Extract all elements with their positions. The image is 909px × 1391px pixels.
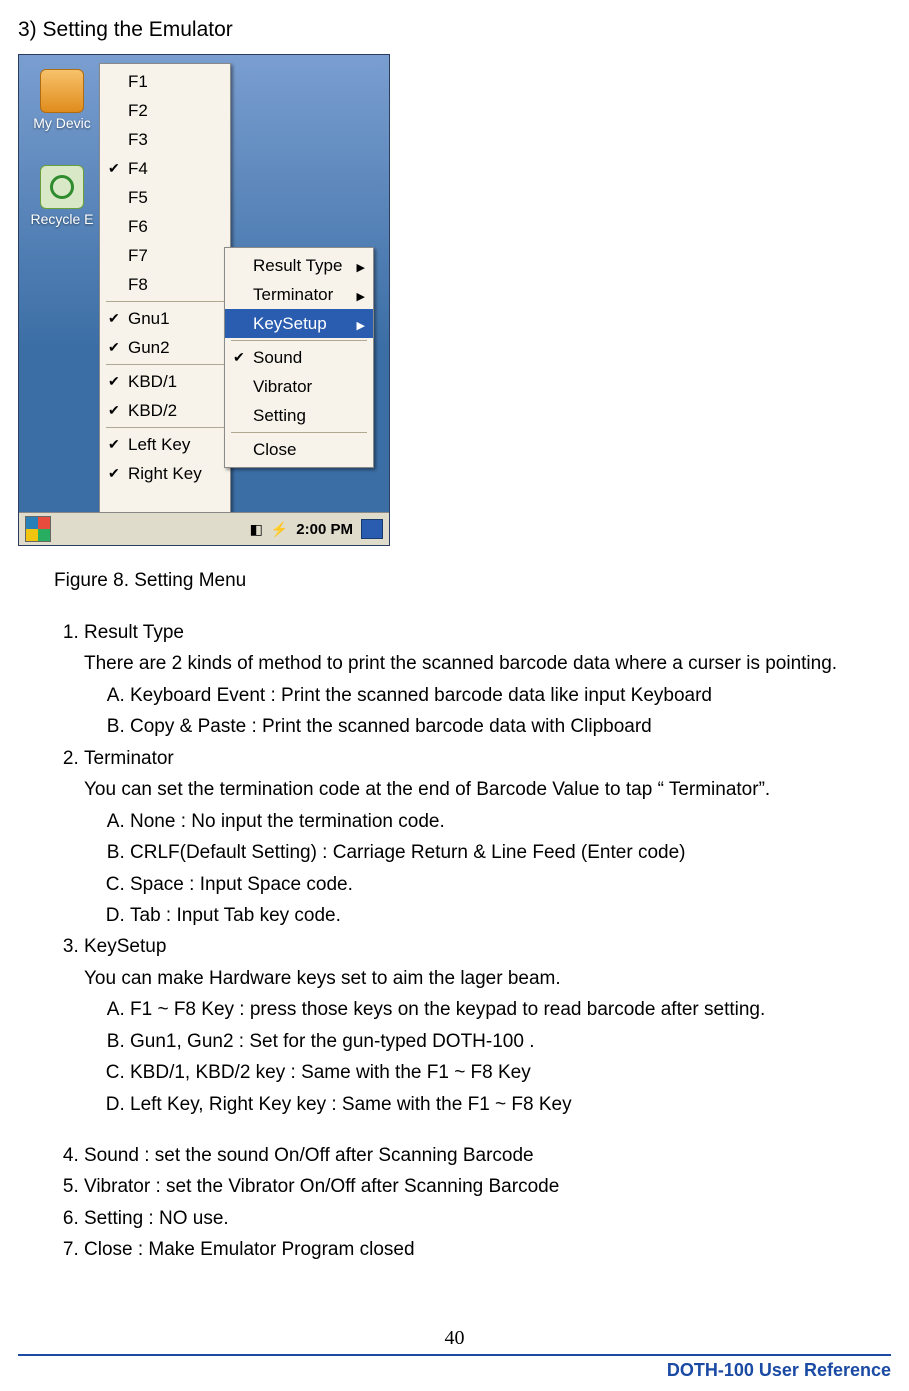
menu-separator <box>231 432 367 433</box>
menu-item-keysetup[interactable]: KeySetup ▶ <box>225 309 373 338</box>
menu-item-close[interactable]: Close <box>225 435 373 464</box>
menu-item-terminator[interactable]: Terminator ▶ <box>225 280 373 309</box>
recycle-icon <box>40 165 84 209</box>
list-item-title: Result Type <box>84 622 184 643</box>
menu-item-kbd2[interactable]: KBD/2 <box>100 396 230 425</box>
sublist-item: None : No input the termination code. <box>130 807 891 836</box>
sublist-item: Copy & Paste : Print the scanned barcode… <box>130 712 891 741</box>
menu-item-f2[interactable]: F2 <box>100 96 230 125</box>
section-heading: 3) Setting the Emulator <box>18 18 891 42</box>
list-item-desc: You can make Hardware keys set to aim th… <box>84 964 891 993</box>
list-item-desc: There are 2 kinds of method to print the… <box>84 649 891 678</box>
power-icon[interactable]: ⚡ <box>271 521 288 538</box>
keysetup-submenu: F1 F2 F3 F4 F5 F6 F7 F8 Gnu1 Gun2 KBD/1 … <box>99 63 231 535</box>
desktop-tray-icon[interactable] <box>361 519 383 539</box>
menu-separator <box>106 427 224 428</box>
menu-item-sound[interactable]: Sound <box>225 343 373 372</box>
list-item-sound: Sound : set the sound On/Off after Scann… <box>84 1141 891 1170</box>
figure-caption: Figure 8. Setting Menu <box>54 570 891 592</box>
list-item-keysetup: KeySetup You can make Hardware keys set … <box>84 932 891 1139</box>
footer-text: DOTH-100 User Reference <box>18 1360 891 1381</box>
list-item-result-type: Result Type There are 2 kinds of method … <box>84 618 891 742</box>
sublist-item: KBD/1, KBD/2 key : Same with the F1 ~ F8… <box>130 1058 891 1087</box>
menu-item-label: KeySetup <box>253 314 327 333</box>
list-item-title: KeySetup <box>84 936 166 957</box>
desktop-icon-label: My Devic <box>27 115 97 131</box>
submenu-arrow-icon: ▶ <box>357 315 365 338</box>
sublist-item: Tab : Input Tab key code. <box>130 901 891 930</box>
list-item-title: Terminator <box>84 748 174 769</box>
menu-item-gun2[interactable]: Gun2 <box>100 333 230 362</box>
menu-item-gnu1[interactable]: Gnu1 <box>100 304 230 333</box>
menu-separator <box>231 340 367 341</box>
desktop-icon-recycle-bin[interactable]: Recycle E <box>27 165 97 227</box>
emulator-screenshot: My Devic Recycle E F1 F2 F3 F4 F5 F6 F7 … <box>18 54 390 546</box>
sip-icon[interactable]: ◧ <box>250 521 263 538</box>
taskbar: ◧ ⚡ 2:00 PM <box>19 512 389 545</box>
settings-menu: Result Type ▶ Terminator ▶ KeySetup ▶ So… <box>224 247 374 468</box>
sublist-item: Left Key, Right Key key : Same with the … <box>130 1090 891 1119</box>
menu-item-result-type[interactable]: Result Type ▶ <box>225 251 373 280</box>
footer-rule <box>18 1354 891 1356</box>
list-item-terminator: Terminator You can set the termination c… <box>84 744 891 931</box>
menu-item-label: Result Type <box>253 256 342 275</box>
submenu-arrow-icon: ▶ <box>357 257 365 280</box>
sublist-item: Space : Input Space code. <box>130 870 891 899</box>
desktop-icon-label: Recycle E <box>27 211 97 227</box>
sublist-item: Gun1, Gun2 : Set for the gun-typed DOTH-… <box>130 1027 891 1056</box>
start-button-icon[interactable] <box>25 516 51 542</box>
settings-description-list: Result Type There are 2 kinds of method … <box>54 618 891 1265</box>
menu-item-f1[interactable]: F1 <box>100 67 230 96</box>
menu-item-label: Terminator <box>253 285 333 304</box>
menu-item-f4[interactable]: F4 <box>100 154 230 183</box>
sublist-item: CRLF(Default Setting) : Carriage Return … <box>130 838 891 867</box>
menu-item-left-key[interactable]: Left Key <box>100 430 230 459</box>
menu-separator <box>106 301 224 302</box>
sublist-item: Keyboard Event : Print the scanned barco… <box>130 681 891 710</box>
taskbar-clock[interactable]: 2:00 PM <box>296 521 353 538</box>
menu-item-setting[interactable]: Setting <box>225 401 373 430</box>
submenu-arrow-icon: ▶ <box>357 286 365 309</box>
menu-item-kbd1[interactable]: KBD/1 <box>100 367 230 396</box>
menu-item-f3[interactable]: F3 <box>100 125 230 154</box>
list-item-setting: Setting : NO use. <box>84 1204 891 1233</box>
list-item-vibrator: Vibrator : set the Vibrator On/Off after… <box>84 1172 891 1201</box>
desktop-icon-my-device[interactable]: My Devic <box>27 69 97 131</box>
menu-item-vibrator[interactable]: Vibrator <box>225 372 373 401</box>
pda-icon <box>40 69 84 113</box>
list-item-close: Close : Make Emulator Program closed <box>84 1235 891 1264</box>
sublist-item: F1 ~ F8 Key : press those keys on the ke… <box>130 995 891 1024</box>
menu-item-right-key[interactable]: Right Key <box>100 459 230 488</box>
menu-item-f6[interactable]: F6 <box>100 212 230 241</box>
list-item-desc: You can set the termination code at the … <box>84 775 891 804</box>
menu-item-f8[interactable]: F8 <box>100 270 230 299</box>
menu-item-f5[interactable]: F5 <box>100 183 230 212</box>
menu-item-f7[interactable]: F7 <box>100 241 230 270</box>
page-number: 40 <box>18 1327 891 1350</box>
menu-separator <box>106 364 224 365</box>
